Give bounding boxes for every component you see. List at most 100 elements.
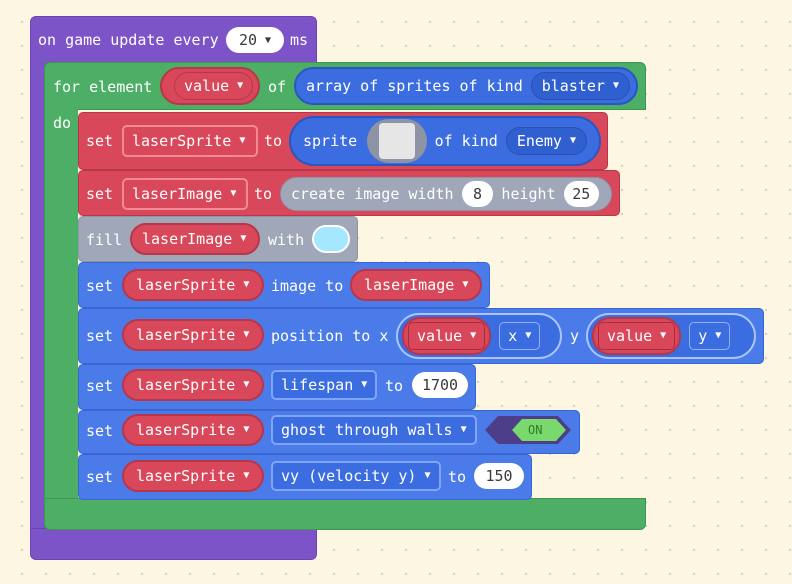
for-block-footer	[44, 498, 646, 530]
y-property-dropdown[interactable]: y ▼	[689, 322, 731, 350]
y-label: y	[570, 327, 580, 345]
variable-name: laserSprite	[136, 276, 236, 294]
of-kind-label: of kind	[434, 132, 498, 150]
fill-label: fill	[86, 231, 123, 249]
x-value-block[interactable]: value ▼ x ▼	[396, 313, 562, 359]
variable-name: laserSprite	[136, 421, 236, 439]
velocity-input[interactable]: 150	[474, 463, 524, 489]
chevron-down-icon: ▼	[243, 424, 250, 435]
variable-dropdown-laser-image[interactable]: laserImage ▼	[122, 178, 248, 210]
height-value: 25	[572, 185, 591, 203]
variable-name: laserSprite	[136, 326, 236, 344]
value-variable-dropdown[interactable]: value ▼	[402, 317, 492, 355]
property-name: vy (velocity y)	[281, 467, 417, 485]
for-element-label: for element	[53, 78, 153, 96]
array-of-sprites-block[interactable]: array of sprites of kind blaster ▼	[294, 67, 638, 105]
chevron-down-icon: ▼	[237, 80, 244, 91]
event-prefix-label: on game update every	[38, 31, 219, 49]
chevron-down-icon: ▼	[715, 330, 722, 341]
variable-dropdown-laser-image[interactable]: laserImage ▼	[130, 223, 260, 255]
height-label: height	[501, 185, 556, 203]
chevron-down-icon: ▼	[240, 233, 247, 244]
kind-value: Enemy	[516, 132, 562, 150]
sprite-of-kind-block[interactable]: sprite of kind Enemy ▼	[289, 116, 601, 166]
property-dropdown-lifespan[interactable]: lifespan ▼	[271, 370, 377, 400]
variable-name: laserSprite	[136, 467, 236, 485]
interval-dropdown[interactable]: 20 ▼	[226, 27, 284, 53]
chevron-down-icon: ▼	[243, 379, 250, 390]
chevron-down-icon: ▼	[243, 279, 250, 290]
lifespan-input[interactable]: 1700	[412, 372, 468, 398]
variable-name: laserImage	[142, 230, 233, 248]
do-label: do	[53, 114, 72, 132]
toggle-state-label: ON	[528, 423, 543, 437]
flag-dropdown-ghost[interactable]: ghost through walls ▼	[271, 415, 477, 445]
interval-value: 20	[238, 31, 258, 49]
position-to-x-label: position to x	[271, 327, 389, 345]
variable-dropdown-laser-sprite[interactable]: laserSprite ▼	[122, 369, 264, 401]
variable-dropdown-laser-image[interactable]: laserImage ▼	[350, 269, 482, 301]
create-image-block[interactable]: create image width 8 height 25	[280, 177, 612, 211]
set-label: set	[86, 377, 114, 395]
variable-dropdown-laser-sprite[interactable]: laserSprite ▼	[122, 460, 264, 492]
with-label: with	[268, 231, 305, 249]
property-name: lifespan	[281, 376, 354, 394]
velocity-value: 150	[485, 467, 513, 485]
property-name: y	[698, 327, 708, 345]
flag-name: ghost through walls	[281, 421, 453, 439]
variable-name: value	[417, 327, 463, 345]
of-label: of	[268, 78, 287, 96]
chevron-down-icon: ▼	[424, 470, 431, 481]
event-suffix-label: ms	[290, 31, 309, 49]
color-picker-swatch[interactable]	[312, 225, 350, 253]
loop-variable-dropdown[interactable]: value ▼	[160, 67, 260, 105]
chevron-down-icon: ▼	[470, 330, 477, 341]
loop-variable-name: value	[184, 77, 230, 95]
variable-dropdown-laser-sprite[interactable]: laserSprite ▼	[122, 414, 264, 446]
chevron-down-icon: ▼	[243, 470, 250, 481]
chevron-down-icon: ▼	[239, 135, 246, 146]
to-label: to	[264, 132, 283, 150]
sprite-kind-value: blaster	[541, 77, 605, 95]
on-off-toggle[interactable]: ON	[484, 415, 572, 445]
property-name: x	[508, 327, 518, 345]
height-input[interactable]: 25	[563, 181, 599, 207]
for-block-left-rail	[44, 108, 78, 504]
chevron-down-icon: ▼	[462, 279, 469, 290]
value-variable-dropdown[interactable]: value ▼	[592, 317, 682, 355]
variable-dropdown-laser-sprite[interactable]: laserSprite ▼	[122, 319, 264, 351]
lifespan-value: 1700	[421, 376, 459, 394]
chevron-down-icon: ▼	[660, 330, 667, 341]
width-input[interactable]: 8	[461, 181, 494, 207]
variable-name: value	[607, 327, 653, 345]
chevron-down-icon: ▼	[230, 188, 237, 199]
chevron-down-icon: ▼	[525, 330, 532, 341]
width-value: 8	[472, 185, 482, 203]
set-label: set	[86, 327, 114, 345]
sprite-label: sprite	[303, 132, 358, 150]
create-image-label: create image width	[291, 185, 454, 203]
set-label: set	[86, 185, 114, 203]
to-label: to	[254, 185, 273, 203]
chevron-down-icon: ▼	[243, 329, 250, 340]
variable-name: laserSprite	[132, 132, 232, 150]
set-label: set	[86, 468, 114, 486]
y-value-block[interactable]: value ▼ y ▼	[586, 313, 756, 359]
set-label: set	[86, 132, 114, 150]
set-label: set	[86, 277, 114, 295]
kind-dropdown[interactable]: Enemy ▼	[505, 127, 587, 155]
property-dropdown-vy[interactable]: vy (velocity y) ▼	[271, 461, 441, 491]
image-thumbnail	[378, 123, 415, 159]
to-label: to	[448, 468, 467, 486]
variable-name: laserImage	[132, 185, 223, 203]
variable-dropdown-laser-sprite[interactable]: laserSprite ▼	[122, 125, 258, 157]
x-property-dropdown[interactable]: x ▼	[499, 322, 541, 350]
variable-dropdown-laser-sprite[interactable]: laserSprite ▼	[122, 269, 264, 301]
chevron-down-icon: ▼	[569, 135, 576, 146]
variable-name: laserSprite	[136, 376, 236, 394]
sprite-kind-dropdown[interactable]: blaster ▼	[530, 72, 630, 100]
image-to-label: image to	[271, 277, 344, 295]
sprite-image-picker[interactable]	[367, 119, 427, 163]
set-label: set	[86, 422, 114, 440]
array-of-sprites-label: array of sprites of kind	[306, 77, 523, 95]
